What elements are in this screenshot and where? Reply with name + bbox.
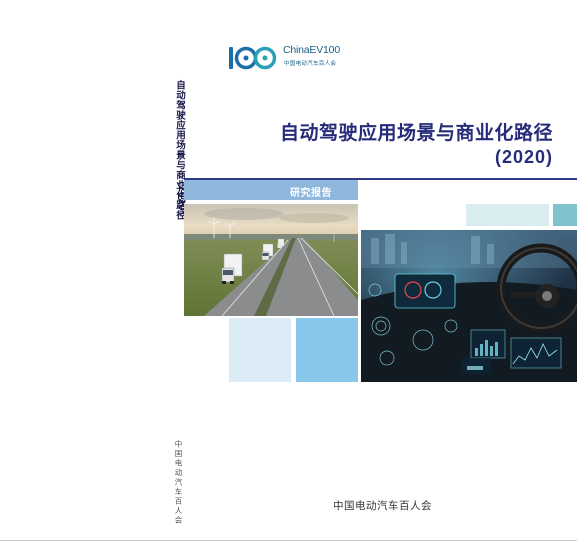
spine-publisher: 中国电动汽车百人会 — [174, 440, 183, 526]
cover-title: 自动驾驶应用场景与商业化路径 — [279, 122, 553, 144]
decor-tile-teal — [553, 204, 577, 226]
cover-publisher: 中国电动汽车百人会 — [333, 500, 432, 512]
cover-year: (2020) — [494, 147, 553, 167]
report-label: 研究报告 — [290, 188, 332, 199]
report-cover: 自动驾驶应用场景与商业化路径 (2020) 中国电动汽车百人会 ChinaEV1… — [0, 0, 577, 547]
logo-subtitle: 中国电动汽车百人会 — [284, 61, 337, 67]
decor-tile-blue — [296, 318, 358, 382]
chinaev100-logo: ChinaEV100 中国电动汽车百人会 — [228, 42, 348, 72]
logo-100-mark-icon — [229, 46, 277, 70]
highway-trucks-image — [184, 204, 358, 316]
page-bottom-rule — [0, 540, 577, 541]
decor-tile-light — [466, 204, 549, 226]
decor-tile-pale-blue — [229, 318, 291, 382]
car-cockpit-hud-image — [361, 230, 577, 382]
logo-brand-text: ChinaEV100 — [283, 44, 340, 56]
